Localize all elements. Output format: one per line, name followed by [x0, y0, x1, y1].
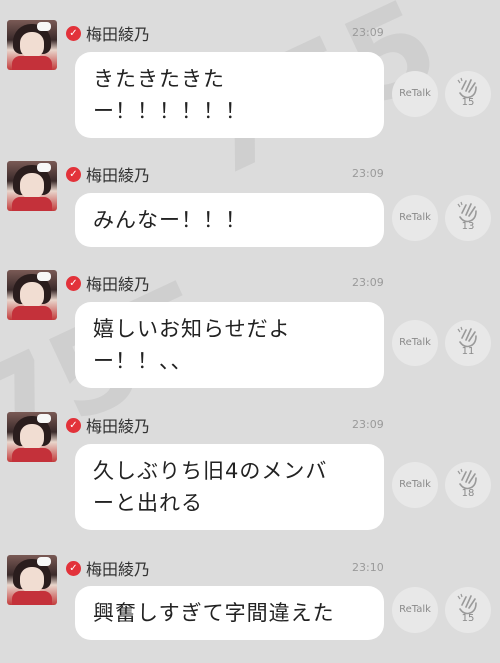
clap-hand-icon	[457, 326, 477, 348]
message-text: みんなー！！！	[93, 208, 247, 232]
message-bubble: 久しぶりち旧4のメンバ ーと出れる	[75, 444, 384, 530]
like-button[interactable]: 18	[445, 462, 491, 508]
sender-row: ✓ 梅田綾乃	[66, 414, 150, 436]
retalk-button[interactable]: ReTalk	[392, 71, 438, 117]
message-time: 23:09	[352, 26, 384, 39]
message-bubble: みんなー！！！	[75, 193, 384, 247]
clap-hand-icon	[457, 593, 477, 615]
retalk-button[interactable]: ReTalk	[392, 195, 438, 241]
like-count: 15	[461, 613, 475, 624]
verified-check-icon: ✓	[66, 275, 81, 291]
message-bubble: きたきたきた ー！！！！！！	[75, 52, 384, 138]
sender-name: 梅田綾乃	[86, 25, 151, 44]
like-count: 13	[461, 221, 475, 232]
avatar[interactable]	[7, 555, 57, 605]
message-text: 興奮しすぎて字間違えた	[93, 601, 335, 625]
like-button[interactable]: 15	[445, 587, 491, 633]
clap-hand-icon	[457, 468, 477, 490]
message-bubble: 嬉しいお知らせだよ ー！！、、	[75, 302, 384, 388]
message-text: 久しぶりち旧4のメンバ ーと出れる	[93, 459, 328, 515]
message-text: 嬉しいお知らせだよ ー！！、、	[93, 317, 291, 373]
avatar[interactable]	[7, 412, 57, 462]
retalk-button[interactable]: ReTalk	[392, 462, 438, 508]
sender-row: ✓ 梅田綾乃	[66, 557, 150, 579]
verified-check-icon: ✓	[66, 25, 81, 41]
avatar[interactable]	[7, 161, 57, 211]
message-time: 23:09	[352, 418, 384, 431]
sender-row: ✓ 梅田綾乃	[66, 22, 150, 44]
sender-name: 梅田綾乃	[86, 166, 151, 185]
avatar[interactable]	[7, 20, 57, 70]
avatar[interactable]	[7, 270, 57, 320]
clap-hand-icon	[457, 77, 477, 99]
verified-check-icon: ✓	[66, 560, 81, 576]
like-button[interactable]: 13	[445, 195, 491, 241]
sender-name: 梅田綾乃	[86, 560, 151, 579]
sender-name: 梅田綾乃	[86, 275, 151, 294]
clap-hand-icon	[457, 201, 477, 223]
message-time: 23:09	[352, 167, 384, 180]
like-count: 18	[461, 488, 475, 499]
message-bubble: 興奮しすぎて字間違えた	[75, 586, 384, 640]
like-count: 11	[461, 346, 475, 357]
verified-check-icon: ✓	[66, 417, 81, 433]
sender-name: 梅田綾乃	[86, 417, 151, 436]
sender-row: ✓ 梅田綾乃	[66, 163, 150, 185]
verified-check-icon: ✓	[66, 166, 81, 182]
message-time: 23:09	[352, 276, 384, 289]
like-button[interactable]: 11	[445, 320, 491, 366]
retalk-button[interactable]: ReTalk	[392, 320, 438, 366]
like-button[interactable]: 15	[445, 71, 491, 117]
like-count: 15	[461, 97, 475, 108]
sender-row: ✓ 梅田綾乃	[66, 272, 150, 294]
message-time: 23:10	[352, 561, 384, 574]
retalk-button[interactable]: ReTalk	[392, 587, 438, 633]
message-text: きたきたきた ー！！！！！！	[93, 67, 247, 123]
